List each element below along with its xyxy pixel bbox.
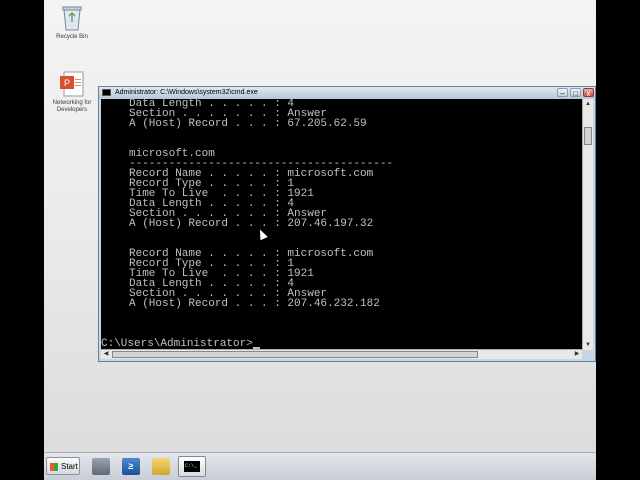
presentation-shortcut[interactable]: P Networking for Developers — [44, 70, 100, 114]
file-explorer-icon[interactable] — [152, 458, 170, 475]
presentation-label: Networking for Developers — [52, 100, 92, 113]
close-button[interactable]: x — [583, 88, 594, 98]
svg-text:P: P — [64, 78, 70, 88]
presentation-file-icon: P — [60, 71, 84, 97]
console-output[interactable]: Data Length . . . . . : 4 Section . . . … — [101, 99, 582, 350]
powershell-icon[interactable]: ≥ — [122, 458, 140, 475]
recycle-bin-label: Recycle Bin — [56, 34, 88, 40]
scroll-right-arrow-icon[interactable]: ▶ — [572, 350, 582, 359]
scroll-up-arrow-icon[interactable]: ▲ — [583, 99, 593, 109]
server-manager-icon[interactable] — [92, 458, 110, 475]
window-title: Administrator: C:\Windows\system32\cmd.e… — [115, 89, 258, 96]
cmd-window[interactable]: Administrator: C:\Windows\system32\cmd.e… — [98, 86, 596, 362]
taskbar: Start ≥ C:\_ — [44, 452, 596, 480]
start-label: Start — [61, 462, 78, 471]
cmd-taskbar-button[interactable]: C:\_ — [178, 456, 206, 477]
start-button[interactable]: Start — [46, 457, 80, 475]
horizontal-scrollbar[interactable]: ◀ ▶ — [101, 349, 582, 359]
command-prompt[interactable]: C:\Users\Administrator> — [101, 339, 260, 350]
recycle-bin-icon — [62, 6, 82, 31]
title-bar[interactable]: Administrator: C:\Windows\system32\cmd.e… — [99, 87, 595, 99]
minimize-button[interactable]: – — [557, 88, 568, 98]
desktop: Recycle Bin P Networking for Developers … — [44, 0, 596, 452]
console-line: A (Host) Record . . . : 207.46.197.32 — [129, 218, 374, 230]
scroll-left-arrow-icon[interactable]: ◀ — [101, 350, 111, 359]
vertical-scroll-thumb[interactable] — [584, 127, 592, 145]
recycle-bin-shortcut[interactable]: Recycle Bin — [44, 4, 100, 41]
maximize-button[interactable]: □ — [570, 88, 581, 98]
scroll-down-arrow-icon[interactable]: ▼ — [583, 340, 593, 350]
vertical-scrollbar[interactable]: ▲ ▼ — [582, 99, 593, 350]
windows-logo-icon — [50, 463, 58, 471]
console-line: A (Host) Record . . . : 207.46.232.182 — [129, 298, 380, 310]
cmd-taskbar-icon: C:\_ — [184, 461, 200, 472]
cmd-window-icon — [102, 89, 111, 96]
horizontal-scroll-thumb[interactable] — [112, 351, 478, 358]
console-line: A (Host) Record . . . : 67.205.62.59 — [129, 118, 367, 130]
